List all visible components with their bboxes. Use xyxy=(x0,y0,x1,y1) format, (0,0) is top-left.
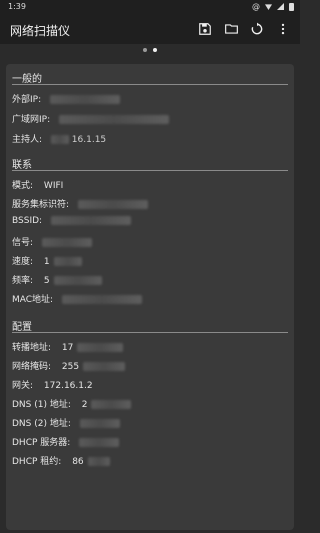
at-icon: @ xyxy=(252,2,260,11)
toolbar-actions xyxy=(196,20,292,38)
divider xyxy=(12,170,288,171)
dhcp-lease-label: DHCP 租约: xyxy=(12,457,62,467)
dhcp-lease-value: 86 xyxy=(72,457,84,467)
page-dot-active[interactable] xyxy=(153,48,157,52)
status-bar: 1:39 @ xyxy=(0,0,300,14)
dhcp-server-value-redacted xyxy=(79,438,120,447)
row-wan-ip: 广域网IP: xyxy=(12,112,169,125)
mac-value-redacted xyxy=(61,295,142,304)
signal-label: 信号: xyxy=(12,238,34,248)
status-icons: @ xyxy=(252,2,294,11)
bssid-value-redacted xyxy=(50,216,131,225)
row-dns2: DNS (2) 地址: xyxy=(12,416,120,429)
app-bar: 网络扫描仪 xyxy=(0,14,300,44)
save-icon xyxy=(199,23,211,35)
signal-value-redacted xyxy=(41,238,92,247)
dns1-value: 2 xyxy=(81,400,88,410)
row-ssid: 服务集标识符: xyxy=(12,197,148,210)
refresh-button[interactable] xyxy=(248,20,266,38)
forward-address-value: 17 xyxy=(61,343,74,353)
signal-icon xyxy=(277,3,284,10)
netmask-value: 255 xyxy=(61,362,80,372)
dns2-label: DNS (2) 地址: xyxy=(12,419,71,429)
section-title-config: 配置 xyxy=(12,322,32,333)
gateway-label: 网关: xyxy=(12,381,34,391)
mode-label: 模式: xyxy=(12,181,34,191)
host-label: 主持人: xyxy=(12,135,43,145)
mode-value: WIFI xyxy=(43,181,64,191)
divider xyxy=(12,332,288,333)
section-title-general: 一般的 xyxy=(12,74,42,85)
wan-ip-label: 广域网IP: xyxy=(12,115,51,125)
dns2-value-redacted xyxy=(79,419,120,428)
speed-value: 1 xyxy=(43,257,50,267)
row-host: 主持人: 16.1.15 xyxy=(12,132,106,145)
save-button[interactable] xyxy=(196,20,214,38)
frequency-value-redacted xyxy=(53,276,102,285)
row-mode: 模式: WIFI xyxy=(12,178,63,191)
row-forward-address: 转播地址: 17 xyxy=(12,340,124,353)
speed-value-redacted xyxy=(53,257,82,266)
page-dot[interactable] xyxy=(143,48,147,52)
row-gateway: 网关: 172.16.1.2 xyxy=(12,378,93,391)
folder-icon xyxy=(224,24,238,34)
status-time: 1:39 xyxy=(8,2,26,11)
folder-button[interactable] xyxy=(222,20,240,38)
row-signal: 信号: xyxy=(12,235,92,248)
netmask-label: 网络掩码: xyxy=(12,362,52,372)
dns1-label: DNS (1) 地址: xyxy=(12,400,71,410)
row-mac: MAC地址: xyxy=(12,292,142,305)
row-dhcp-lease: DHCP 租约: 86 xyxy=(12,454,110,467)
row-dhcp-server: DHCP 服务器: xyxy=(12,435,120,448)
netmask-value-redacted xyxy=(82,362,125,371)
row-bssid: BSSID: xyxy=(12,216,131,226)
host-value: 16.1.15 xyxy=(71,135,107,145)
row-frequency: 频率: 5 xyxy=(12,273,102,286)
page-indicator xyxy=(0,48,300,52)
network-info-card: 一般的 外部IP: 广域网IP: 主持人: 16.1.15 联系 模式: WIF… xyxy=(6,64,294,530)
section-title-connection: 联系 xyxy=(12,160,32,171)
wifi-icon xyxy=(265,4,272,10)
more-vert-icon xyxy=(281,23,285,35)
external-ip-value-redacted xyxy=(50,95,120,104)
divider xyxy=(12,84,288,85)
battery-icon xyxy=(289,2,294,11)
mac-label: MAC地址: xyxy=(12,295,54,305)
refresh-icon xyxy=(251,22,263,35)
dhcp-server-label: DHCP 服务器: xyxy=(12,438,71,448)
app-title: 网络扫描仪 xyxy=(10,24,71,38)
forward-address-value-redacted xyxy=(77,343,124,352)
ssid-value-redacted xyxy=(77,200,148,209)
more-options-button[interactable] xyxy=(274,20,292,38)
frequency-value: 5 xyxy=(43,276,50,286)
frequency-label: 频率: xyxy=(12,276,34,286)
row-speed: 速度: 1 xyxy=(12,254,82,267)
row-dns1: DNS (1) 地址: 2 xyxy=(12,397,132,410)
row-external-ip: 外部IP: xyxy=(12,92,120,105)
external-ip-label: 外部IP: xyxy=(12,95,42,105)
host-value-redacted xyxy=(50,135,69,144)
speed-label: 速度: xyxy=(12,257,34,267)
dns1-value-redacted xyxy=(91,400,132,409)
dhcp-lease-value-redacted xyxy=(87,457,110,466)
row-netmask: 网络掩码: 255 xyxy=(12,359,125,372)
bssid-label: BSSID: xyxy=(12,216,43,226)
ssid-label: 服务集标识符: xyxy=(12,200,70,210)
forward-address-label: 转播地址: xyxy=(12,343,52,353)
gateway-value: 172.16.1.2 xyxy=(43,381,93,391)
wan-ip-value-redacted xyxy=(59,115,169,124)
